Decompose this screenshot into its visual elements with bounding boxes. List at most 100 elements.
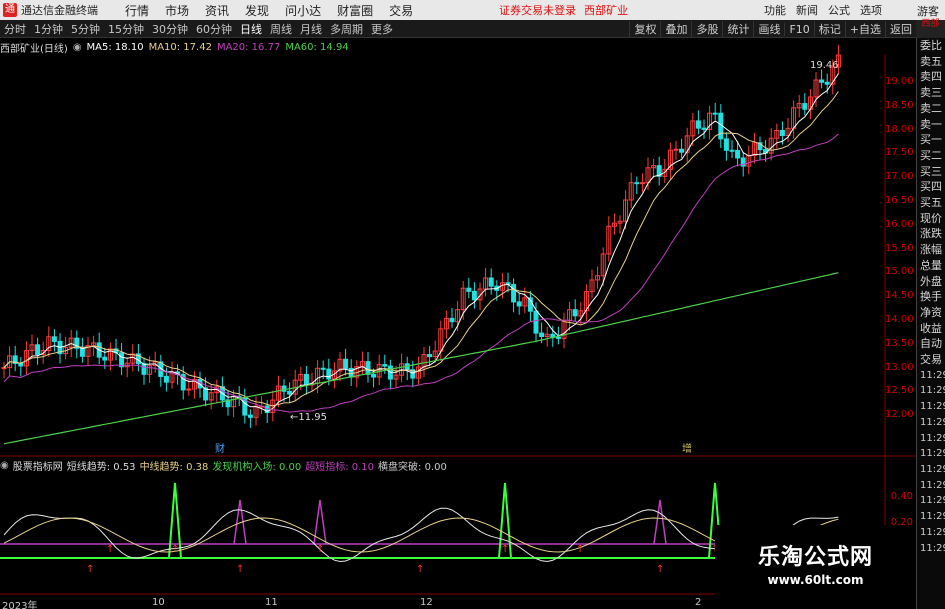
price-axis-label: 14.50 xyxy=(885,290,914,302)
quote-field-label: 卖四 xyxy=(920,70,942,84)
indicator-name: 股票指标网 xyxy=(12,461,63,473)
ma5-line xyxy=(3,73,839,412)
candle-body xyxy=(735,150,741,159)
kline-chart[interactable]: 19.46←11.95财增↑↑↑↑↑↑↑↑↑↑↑↑ xyxy=(0,0,916,597)
buy-arrow-icon: ↑ xyxy=(501,544,509,555)
price-axis-label: 13.00 xyxy=(885,361,914,373)
candle-body xyxy=(673,148,679,151)
tick-time: 11:29 xyxy=(920,369,945,381)
indicator-break: 横盘突破: 0.00 xyxy=(378,461,447,473)
quote-field-label: 买五 xyxy=(920,196,942,210)
price-axis-label: 15.50 xyxy=(885,242,914,254)
indicator-ultra: 超短指标: 0.10 xyxy=(305,461,375,473)
price-axis-label: 12.50 xyxy=(885,385,914,397)
quote-field-label: 收益 xyxy=(920,321,942,335)
price-axis-label: 19.00 xyxy=(885,76,914,87)
indicator-legend: ◉ 股票指标网 短线趋势: 0.53 中线趋势: 0.38 发现机构入场: 0.… xyxy=(0,458,451,473)
x-axis-label: 12 xyxy=(420,597,433,608)
candle-body xyxy=(824,81,830,85)
candle-body xyxy=(471,290,477,301)
event-marker: 财 xyxy=(215,442,225,455)
candle-body xyxy=(186,388,192,391)
watermark-title: 乐淘公式网 xyxy=(757,545,873,570)
candle-body xyxy=(802,103,808,110)
buy-arrow-icon: ↑ xyxy=(576,544,584,555)
ultra-spike xyxy=(233,499,247,545)
candle-body xyxy=(303,373,309,386)
quote-field-label: 买四 xyxy=(920,180,942,194)
price-axis-label: 14.00 xyxy=(885,314,914,325)
candle-body xyxy=(51,336,57,342)
price-axis-label: 18.50 xyxy=(885,99,914,111)
candle-body xyxy=(119,352,125,368)
guest-user[interactable]: 游客 xyxy=(917,3,939,19)
candle-body xyxy=(539,332,545,337)
price-axis-label: 15.00 xyxy=(885,266,914,278)
candle-body xyxy=(729,149,735,152)
candle-body xyxy=(320,367,326,370)
candle-body xyxy=(18,362,24,367)
candle-body xyxy=(371,373,377,378)
right-quote-panel: 委比 卖五 卖四 卖三 卖二 卖一 买一 买二 买三 买四 买五 现价 涨跌 涨幅 总量 外盘 换手 净资 收益 自动… xyxy=(916,38,945,609)
candle-body xyxy=(163,375,169,383)
candle-body xyxy=(712,112,718,115)
candle-body xyxy=(533,310,539,334)
app-window: 通 通达信金融终端 行情 市场 资讯 发现 问小达 财富圈 交易 证券交易未登录… xyxy=(0,0,945,609)
quote-field-label: 外盘 xyxy=(920,274,942,288)
ultra-spike xyxy=(653,499,667,545)
candle-body xyxy=(639,182,645,185)
candle-body xyxy=(466,287,472,292)
tick-time: 11:29 xyxy=(920,448,945,460)
candle-body xyxy=(382,364,388,367)
tick-time: 11:29 xyxy=(920,401,945,413)
candle-body xyxy=(247,414,253,418)
price-axis-label: 17.50 xyxy=(885,147,914,159)
quote-field-label: 买一 xyxy=(920,133,942,147)
quote-field-label: 卖三 xyxy=(920,86,942,100)
candle-body xyxy=(79,347,85,357)
tick-time: 11:29 xyxy=(920,432,945,444)
candle-body xyxy=(695,120,701,129)
quote-field-label: 卖二 xyxy=(920,101,942,115)
x-axis-label: 10 xyxy=(152,597,165,608)
quote-field-label: 买三 xyxy=(920,164,942,178)
quote-field-label: 买二 xyxy=(920,148,942,162)
buy-arrow-icon: ↑ xyxy=(106,544,114,555)
quote-field-label: 委比 xyxy=(920,39,942,52)
tick-time: 11:29 xyxy=(920,385,945,397)
candle-body xyxy=(102,356,108,361)
candle-body xyxy=(449,317,455,323)
tick-time: 11:29 xyxy=(920,416,945,428)
quote-field-label: 卖一 xyxy=(920,117,942,131)
candle-body xyxy=(819,79,825,83)
price-axis-label: 18.00 xyxy=(885,123,914,135)
quote-field-label: 卖五 xyxy=(920,54,942,68)
price-axis-label: 16.50 xyxy=(885,195,914,206)
buy-arrow-icon: ↑ xyxy=(236,564,244,575)
candle-body xyxy=(365,361,371,375)
buy-arrow-icon: ↑ xyxy=(171,544,179,555)
ma10-line xyxy=(3,91,839,407)
candle-body xyxy=(1,367,7,370)
low-price-label: ←11.95 xyxy=(290,412,327,423)
right-panel-stock-label: 西部 xyxy=(916,20,945,38)
candle-body xyxy=(287,390,293,395)
watermark: 乐淘公式网 www.60lt.com xyxy=(715,525,916,609)
indicator-settings-icon[interactable]: ◉ xyxy=(0,460,9,471)
event-marker: 增 xyxy=(682,442,692,455)
buy-arrow-icon: ↑ xyxy=(86,564,94,575)
x-axis-label: 2 xyxy=(695,597,702,608)
candle-body xyxy=(35,344,41,355)
candle-body xyxy=(701,127,707,130)
candle-body xyxy=(779,129,785,137)
candle-body xyxy=(511,284,517,303)
price-axis-label: 16.00 xyxy=(885,218,914,230)
watermark-url: www.60lt.com xyxy=(767,573,864,587)
candle-body xyxy=(572,309,578,317)
indicator-inst: 发现机构入场: 0.00 xyxy=(212,461,302,473)
high-price-label: 19.46 xyxy=(810,60,839,71)
ultra-spike xyxy=(313,499,327,545)
tick-time: 11:29 xyxy=(920,495,945,507)
price-axis-label: 17.00 xyxy=(885,171,914,183)
quote-field-label: 自动 xyxy=(920,337,942,351)
